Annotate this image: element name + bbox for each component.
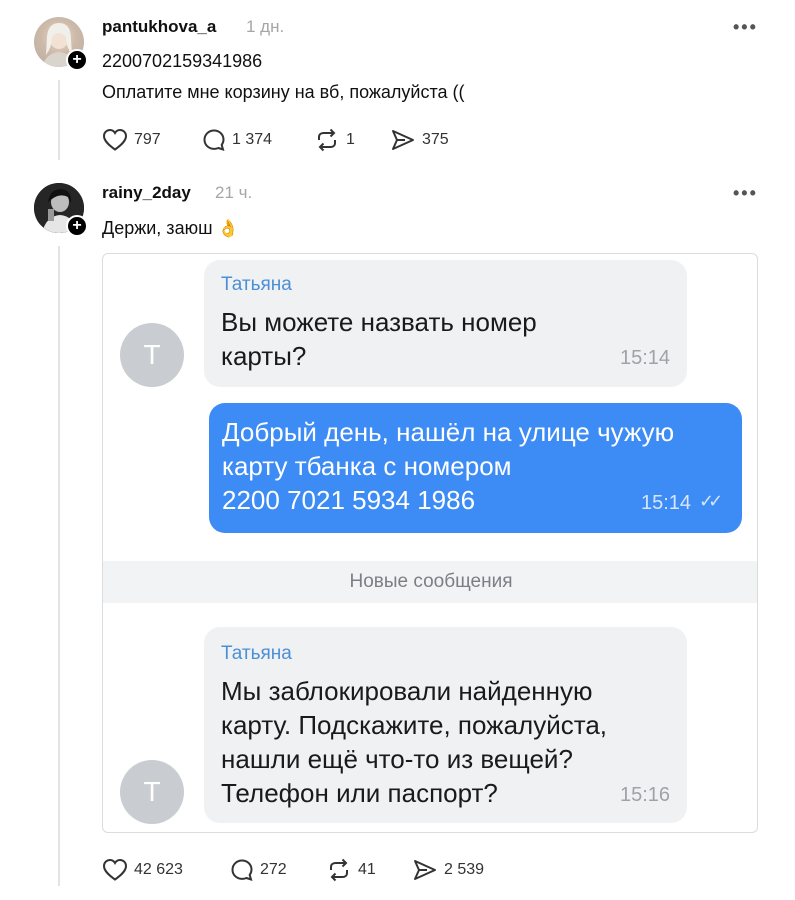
send-icon xyxy=(392,130,414,150)
like-button[interactable]: 797 xyxy=(102,125,161,155)
new-messages-divider: Новые сообщения xyxy=(103,561,757,603)
message-line: карты? xyxy=(221,341,307,371)
share-count: 375 xyxy=(422,131,449,148)
like-count: 797 xyxy=(134,131,161,148)
thread-line xyxy=(58,80,60,160)
send-icon xyxy=(414,860,436,880)
thread-line xyxy=(58,246,60,886)
repost-icon xyxy=(318,128,336,152)
attached-chat-screenshot[interactable]: Т Татьяна Вы можете назвать номер карты?… xyxy=(102,253,758,833)
like-button[interactable]: 42 623 xyxy=(102,855,183,885)
share-button[interactable]: 375 xyxy=(390,125,449,155)
username[interactable]: pantukhova_a xyxy=(102,17,216,37)
message-sender: Татьяна xyxy=(221,643,292,664)
follow-plus-icon[interactable]: + xyxy=(66,215,88,237)
more-options-icon[interactable]: ••• xyxy=(733,184,758,202)
message-line: Добрый день, нашёл на улице чужую xyxy=(222,417,675,447)
repost-count: 1 xyxy=(346,131,355,148)
share-button[interactable]: 2 539 xyxy=(412,855,484,885)
message-line: 2200 7021 5934 1986 xyxy=(222,485,476,515)
chat-avatar: Т xyxy=(120,760,184,824)
incoming-message: Татьяна Вы можете назвать номер карты? 1… xyxy=(204,260,687,387)
post-actions: 797 1 374 1 375 xyxy=(102,125,502,155)
repost-icon xyxy=(330,858,348,882)
message-time: 15:14 xyxy=(620,347,671,369)
message-time: 15:14 xyxy=(641,492,692,514)
heart-icon xyxy=(102,858,128,881)
comment-count: 272 xyxy=(260,861,287,878)
read-receipt-icon: ✓✓ xyxy=(699,491,723,511)
post-pantukhova: + pantukhova_a 1 дн. ••• 220070215934198… xyxy=(0,0,795,170)
post-text: Держи, заюш 👌 xyxy=(102,216,239,241)
post-time: 21 ч. xyxy=(215,183,253,202)
message-line: Вы можете назвать номер xyxy=(221,307,537,337)
message-sender: Татьяна xyxy=(221,274,292,295)
incoming-message: Татьяна Мы заблокировали найденную карту… xyxy=(204,627,687,823)
post-text-line2: Оплатите мне корзину на вб, пожалуйста (… xyxy=(102,82,465,102)
repost-count: 41 xyxy=(358,861,376,878)
message-time: 15:16 xyxy=(620,784,671,806)
post-text-line1: 2200702159341986 xyxy=(102,51,263,71)
post-text-body: Держи, заюш xyxy=(102,218,213,238)
message-line: Мы заблокировали найденную xyxy=(221,676,593,706)
outgoing-message: Добрый день, нашёл на улице чужую карту … xyxy=(209,403,742,533)
message-line: Телефон или паспорт? xyxy=(221,778,498,808)
more-options-icon[interactable]: ••• xyxy=(733,18,758,36)
post-time: 1 дн. xyxy=(246,17,285,36)
comment-button[interactable]: 272 xyxy=(230,855,287,885)
username[interactable]: rainy_2day xyxy=(102,183,191,203)
chat-avatar: Т xyxy=(120,323,184,387)
comment-button[interactable]: 1 374 xyxy=(202,125,272,155)
share-count: 2 539 xyxy=(444,861,485,878)
follow-plus-icon[interactable]: + xyxy=(66,49,88,71)
ok-hand-emoji: 👌 xyxy=(217,219,239,238)
like-count: 42 623 xyxy=(134,861,183,878)
heart-icon xyxy=(102,128,128,151)
repost-button[interactable]: 41 xyxy=(326,855,376,885)
message-line: карту тбанка с номером xyxy=(222,451,512,481)
repost-button[interactable]: 1 xyxy=(314,125,355,155)
message-line: нашли ещё что-то из вещей? xyxy=(221,744,573,774)
comment-count: 1 374 xyxy=(232,131,273,148)
post-actions: 42 623 272 41 2 539 xyxy=(102,855,522,885)
message-line: карту. Подскажите, пожалуйста, xyxy=(221,710,608,740)
comment-bubble-icon xyxy=(203,129,225,152)
comment-bubble-icon xyxy=(231,859,253,882)
